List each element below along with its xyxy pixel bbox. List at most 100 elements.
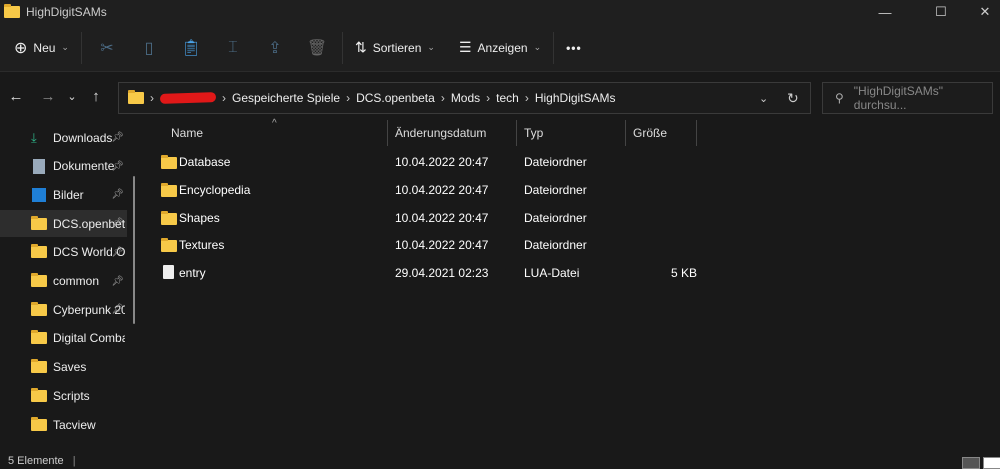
share-button[interactable]: ⇪: [254, 32, 296, 64]
new-button[interactable]: ⊕ Neu ⌄: [6, 32, 77, 64]
refresh-button[interactable]: ↻: [787, 90, 799, 107]
paste-icon: 📋︎: [180, 39, 202, 57]
sidebar-item[interactable]: DCS.openbeta 📌︎: [0, 210, 127, 238]
file-row[interactable]: Textures 10.04.2022 20:47 Dateiordner: [159, 231, 719, 259]
paste-button[interactable]: 📋︎: [170, 32, 212, 64]
column-header-date[interactable]: Änderungsdatum: [389, 120, 517, 146]
minimize-button[interactable]: —: [862, 0, 908, 24]
sidebar-item[interactable]: DCS World OpenBeta📌︎: [0, 239, 127, 266]
file-row[interactable]: entry 29.04.2021 02:23 LUA-Datei 5 KB: [159, 259, 719, 287]
file-icon: [163, 265, 174, 280]
view-button[interactable]: ☰ Anzeigen ⌄: [451, 32, 549, 64]
folder-icon: [31, 387, 47, 402]
copy-button[interactable]: ▯: [128, 32, 170, 64]
file-type: Dateiordner: [524, 210, 587, 225]
sort-button[interactable]: ⇅ Sortieren ⌄: [347, 32, 443, 64]
chevron-down-icon: ⌄: [427, 42, 435, 52]
folder-icon: [161, 238, 177, 253]
forward-button[interactable]: →: [34, 88, 62, 105]
file-name: Textures: [179, 238, 225, 253]
chevron-right-icon: ›: [524, 91, 529, 105]
sort-icon: ⇅: [354, 39, 367, 55]
pin-icon[interactable]: 📌︎: [111, 218, 124, 229]
back-button[interactable]: ←: [2, 88, 30, 105]
close-button[interactable]: ✕: [962, 0, 1000, 24]
chevron-right-icon: ›: [440, 91, 445, 105]
sidebar-item-label: Digital Combat Simulator: [53, 331, 125, 346]
share-icon: ⇪: [268, 39, 282, 57]
breadcrumb-item[interactable]: tech: [496, 91, 519, 105]
sidebar-item-label: Scripts: [53, 388, 90, 403]
sidebar-item[interactable]: Cyberpunk 2077📌︎: [0, 296, 127, 323]
sidebar-item[interactable]: Digital Combat Simulator: [0, 325, 127, 352]
window-title: HighDigitSAMs: [26, 5, 107, 19]
chevron-right-icon: ›: [486, 91, 491, 105]
file-name: entry: [179, 266, 206, 281]
sidebar-item[interactable]: Dokumente 📌︎: [0, 153, 127, 180]
folder-icon: [31, 359, 47, 374]
pictures-icon: [32, 187, 46, 202]
details-view-button[interactable]: [962, 457, 980, 469]
breadcrumb-item[interactable]: Gespeicherte Spiele: [232, 91, 340, 105]
rename-button[interactable]: ⌶: [212, 32, 254, 64]
pin-icon[interactable]: 📌︎: [111, 247, 124, 258]
status-bar: 5 Elemente |: [8, 455, 76, 467]
file-date: 10.04.2022 20:47: [395, 238, 489, 253]
breadcrumb-item[interactable]: HighDigitSAMs: [535, 91, 616, 105]
address-input[interactable]: › › Gespeicherte Spiele › DCS.openbeta ›…: [118, 82, 811, 114]
chevron-down-icon: ⌄: [61, 42, 69, 52]
pin-icon[interactable]: 📌︎: [111, 276, 124, 287]
sidebar-scrollbar[interactable]: [133, 176, 135, 324]
tiles-view-button[interactable]: [983, 457, 1000, 469]
cut-button[interactable]: ✂: [86, 32, 128, 64]
redacted-crumb: [159, 92, 217, 104]
download-icon: ⤓: [31, 129, 37, 145]
maximize-button[interactable]: ☐: [918, 0, 964, 24]
sidebar-item[interactable]: ⤓ Downloads 📌︎: [0, 124, 127, 151]
file-row[interactable]: Shapes 10.04.2022 20:47 Dateiordner: [159, 204, 719, 232]
pin-icon[interactable]: 📌︎: [111, 161, 124, 172]
folder-icon: [31, 416, 47, 431]
column-header-type[interactable]: Typ: [518, 120, 626, 146]
file-row[interactable]: Database 10.04.2022 20:47 Dateiordner: [159, 148, 719, 176]
sidebar-item[interactable]: Scripts: [0, 382, 127, 409]
pin-icon[interactable]: 📌︎: [111, 189, 124, 200]
delete-button[interactable]: 🗑︎: [296, 32, 338, 64]
chevron-right-icon: ›: [150, 91, 154, 105]
sidebar-item[interactable]: Saves: [0, 354, 127, 381]
pin-icon[interactable]: 📌︎: [111, 132, 124, 143]
file-date: 10.04.2022 20:47: [395, 182, 489, 197]
item-count: 5 Elemente: [8, 455, 64, 467]
folder-icon: [31, 244, 47, 259]
folder-icon: [31, 273, 47, 287]
pin-icon[interactable]: 📌︎: [111, 304, 124, 315]
sidebar-item[interactable]: Bilder 📌︎: [0, 181, 127, 208]
sidebar-item[interactable]: Tacview: [0, 411, 127, 438]
folder-icon: [161, 210, 177, 225]
breadcrumb-item[interactable]: Mods: [451, 91, 480, 105]
document-icon: [33, 158, 45, 174]
up-button[interactable]: ↑: [82, 88, 110, 105]
search-input[interactable]: ⚲ "HighDigitSAMs" durchsu...: [822, 82, 993, 114]
file-date: 10.04.2022 20:47: [395, 210, 489, 225]
column-header-size[interactable]: Größe: [627, 120, 697, 146]
chevron-right-icon: ›: [222, 91, 226, 105]
folder-icon: [31, 330, 47, 345]
folder-icon: [31, 215, 47, 230]
file-row[interactable]: Encyclopedia 10.04.2022 20:47 Dateiordner: [159, 176, 719, 204]
file-type: Dateiordner: [524, 182, 587, 197]
breadcrumb-item[interactable]: DCS.openbeta: [356, 91, 435, 105]
plus-circle-icon: ⊕: [14, 39, 28, 57]
more-button[interactable]: •••: [558, 32, 590, 64]
folder-icon: [161, 182, 177, 197]
column-header-name[interactable]: Name: [165, 120, 388, 146]
recent-locations-button[interactable]: ⌄: [62, 90, 82, 103]
file-name: Database: [179, 155, 231, 169]
divider: [80, 31, 82, 64]
file-name: Shapes: [179, 210, 220, 225]
sidebar-item[interactable]: common 📌︎: [0, 268, 127, 295]
title-bar: HighDigitSAMs — ☐ ✕: [0, 0, 1000, 24]
address-dropdown-button[interactable]: ⌄: [759, 92, 768, 105]
chevron-down-icon: ⌄: [533, 42, 542, 52]
folder-icon: [31, 301, 47, 316]
